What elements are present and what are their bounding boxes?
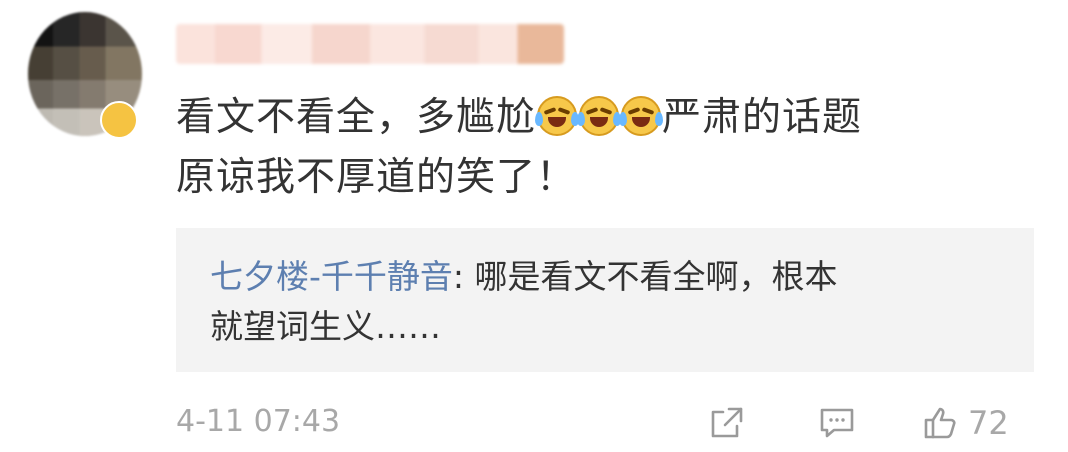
reply-text-line-2: 就望词生义…… <box>210 307 441 346</box>
comment-text-before-emoji: 看文不看全，多尴尬 <box>176 95 537 140</box>
timestamp: 4-11 07:43 <box>176 404 341 439</box>
reply-username-link[interactable]: 七夕楼-千千静音 <box>210 257 453 296</box>
comment-text-line-2: 原谅我不厚道的笑了！ <box>176 155 577 200</box>
comment-text: 看文不看全，多尴尬 严肃的话题 原谅我不厚道的笑了！ <box>176 88 1036 208</box>
like-count: 72 <box>968 404 1009 442</box>
comment-meta-bar: 4-11 07:43 72 <box>176 398 1036 446</box>
reply-text-line-1: 哪是看文不看全啊，根本 <box>474 257 838 296</box>
laugh-cry-emoji-icon <box>535 96 580 136</box>
share-icon[interactable] <box>706 402 748 444</box>
comment-icon[interactable] <box>816 402 858 444</box>
verified-badge-icon <box>100 101 138 139</box>
blurred-username[interactable] <box>176 24 564 64</box>
thumbs-up-icon[interactable] <box>920 402 962 444</box>
laugh-cry-emoji-icon <box>619 96 664 136</box>
laugh-cry-emoji-icon <box>577 96 622 136</box>
reply-separator: : <box>452 257 475 296</box>
reply-box[interactable]: 七夕楼-千千静音: 哪是看文不看全啊，根本 就望词生义…… <box>176 228 1034 372</box>
comment-text-after-emoji: 严肃的话题 <box>662 95 863 140</box>
